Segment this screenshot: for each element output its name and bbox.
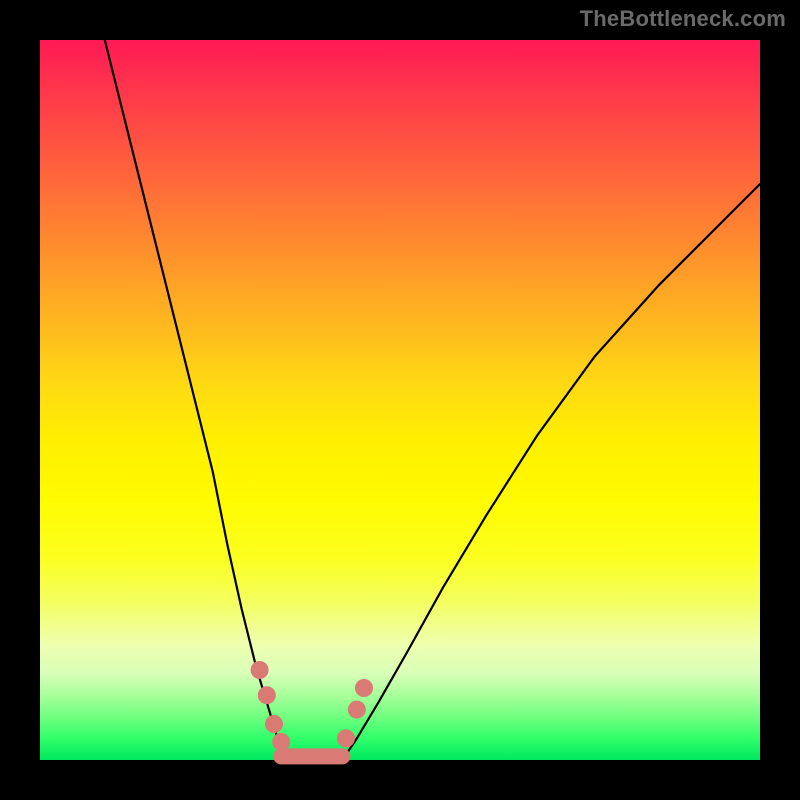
marker-dot (272, 733, 290, 751)
curve-right-branch (342, 184, 760, 760)
marker-dot (348, 701, 366, 719)
plot-area (40, 40, 760, 760)
marker-dot (337, 729, 355, 747)
marker-dot (258, 686, 276, 704)
curve-left-branch (105, 40, 289, 760)
watermark-text: TheBottleneck.com (580, 6, 786, 32)
marker-dot (251, 661, 269, 679)
chart-frame: TheBottleneck.com (0, 0, 800, 800)
chart-svg (40, 40, 760, 760)
marker-dot (355, 679, 373, 697)
marker-dot (265, 715, 283, 733)
